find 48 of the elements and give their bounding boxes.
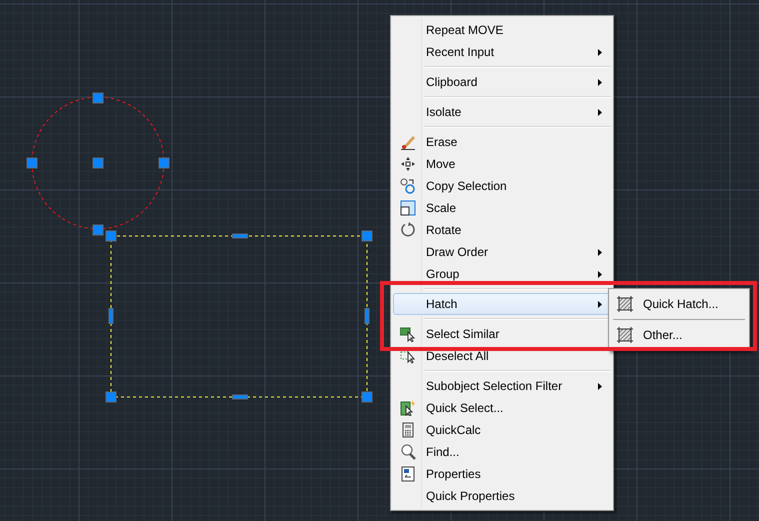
menu-item[interactable]: Erase	[393, 131, 611, 153]
grip-handle[interactable]	[92, 158, 104, 168]
menu-item[interactable]: Quick Hatch...	[611, 292, 747, 316]
menu-item[interactable]: Repeat MOVE	[393, 19, 611, 41]
menu-item[interactable]: Scale	[393, 197, 611, 219]
menu-item[interactable]: Hatch	[393, 293, 611, 315]
menu-item[interactable]: Subobject Selection Filter	[393, 375, 611, 397]
pencil-icon	[400, 134, 416, 150]
grip-handle[interactable]	[108, 308, 114, 324]
menu-item[interactable]: QuickCalc	[393, 419, 611, 441]
scale-square-icon	[400, 200, 416, 216]
grip-handle[interactable]	[362, 230, 372, 242]
menu-item[interactable]: Draw Order	[393, 241, 611, 263]
grip-handle[interactable]	[364, 308, 370, 324]
menu-item[interactable]: Find...	[393, 441, 611, 463]
grip-handle[interactable]	[92, 92, 104, 104]
quick-select-icon	[400, 400, 416, 416]
grip-handle[interactable]	[158, 158, 170, 168]
move-arrows-icon	[400, 156, 416, 172]
grip-handle[interactable]	[232, 394, 248, 400]
copy-circles-icon	[400, 178, 416, 194]
menu-item[interactable]: Quick Properties	[393, 485, 611, 507]
grip-handle[interactable]	[26, 158, 38, 168]
menu-item[interactable]: Other...	[611, 323, 747, 347]
grip-handle[interactable]	[232, 234, 248, 238]
menu-item[interactable]: Rotate	[393, 219, 611, 241]
menu-item[interactable]: Quick Select...	[393, 397, 611, 419]
menu-item[interactable]: Clipboard	[393, 71, 611, 93]
menu-item[interactable]: Properties	[393, 463, 611, 485]
menu-item[interactable]: Group	[393, 263, 611, 285]
properties-icon	[400, 466, 416, 482]
grip-handle[interactable]	[106, 230, 116, 242]
menu-item[interactable]: Deselect All	[393, 345, 611, 367]
calculator-icon	[400, 422, 416, 438]
menu-item[interactable]: Copy Selection	[393, 175, 611, 197]
deselect-icon	[400, 348, 416, 364]
menu-item[interactable]: Move	[393, 153, 611, 175]
grip-handle[interactable]	[92, 224, 104, 236]
menu-item[interactable]: Recent Input	[393, 41, 611, 63]
hatch-square-icon	[617, 296, 633, 312]
select-similar-icon	[400, 326, 416, 342]
grip-handle[interactable]	[106, 392, 116, 402]
grip-handle[interactable]	[362, 392, 372, 402]
menu-item[interactable]: Isolate	[393, 101, 611, 123]
magnifier-icon	[400, 444, 416, 460]
menu-item[interactable]: Select Similar	[393, 323, 611, 345]
rotate-icon	[400, 222, 416, 238]
hatch-square-icon	[617, 327, 633, 343]
